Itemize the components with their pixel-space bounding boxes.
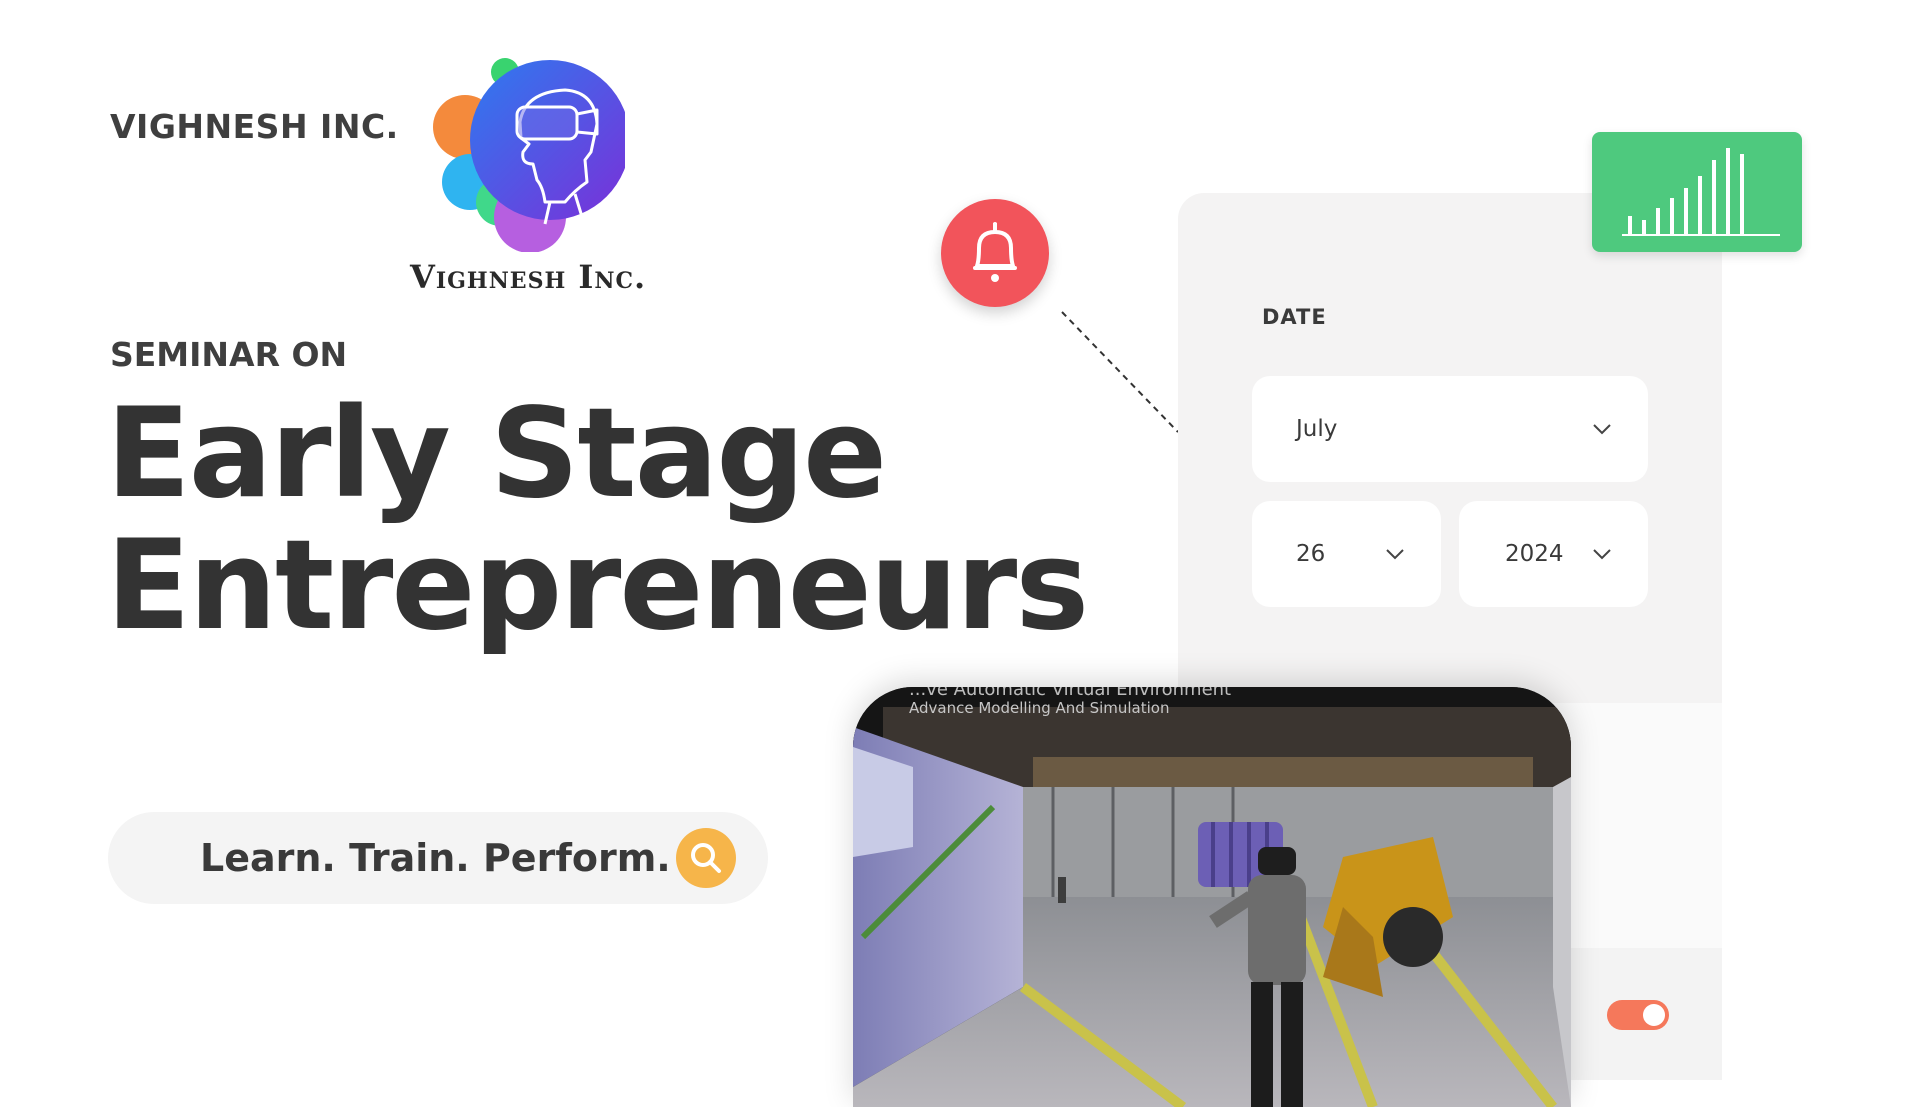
toggle-knob — [1643, 1004, 1665, 1026]
search-button[interactable] — [676, 828, 736, 888]
headline-line-2: Entrepreneurs — [106, 514, 1089, 658]
logo-caption: Vighnesh Inc. — [410, 258, 647, 296]
photo-caption-line-1: ...ve Automatic Virtual Environment — [909, 687, 1232, 699]
search-icon — [691, 843, 721, 873]
headline-line-1: Early Stage — [106, 382, 887, 526]
chevron-down-icon — [1593, 424, 1611, 435]
date-label: DATE — [1262, 305, 1327, 329]
brand-name: VIGHNESH INC. — [110, 107, 399, 146]
company-logo — [425, 52, 630, 253]
day-select[interactable]: 26 — [1252, 501, 1441, 607]
seminar-kicker: SEMINAR ON — [110, 335, 348, 374]
photo-caption: ...ve Automatic Virtual Environment Adva… — [909, 687, 1231, 717]
day-value: 26 — [1296, 541, 1326, 567]
notification-bell-button[interactable] — [941, 199, 1049, 307]
year-select[interactable]: 2024 — [1459, 501, 1648, 607]
year-value: 2024 — [1505, 541, 1564, 567]
chevron-down-icon — [1593, 549, 1611, 560]
bar-chart-icon — [1622, 148, 1780, 236]
stats-card — [1592, 132, 1802, 252]
month-value: July — [1296, 416, 1338, 442]
headline-title: Early Stage Entrepreneurs — [106, 382, 1089, 658]
vr-simulation-photo: ...ve Automatic Virtual Environment Adva… — [853, 687, 1571, 1107]
bell-icon — [973, 222, 1017, 282]
vr-scene-image — [853, 687, 1571, 1107]
connector-line — [1061, 311, 1179, 433]
chevron-down-icon — [1386, 549, 1404, 560]
tagline-text: Learn. Train. Perform. — [200, 836, 671, 880]
toggle-switch[interactable] — [1607, 1000, 1669, 1030]
month-select[interactable]: July — [1252, 376, 1648, 482]
photo-caption-line-2: Advance Modelling And Simulation — [909, 699, 1170, 717]
tagline-search-bar[interactable]: Learn. Train. Perform. — [108, 812, 768, 904]
